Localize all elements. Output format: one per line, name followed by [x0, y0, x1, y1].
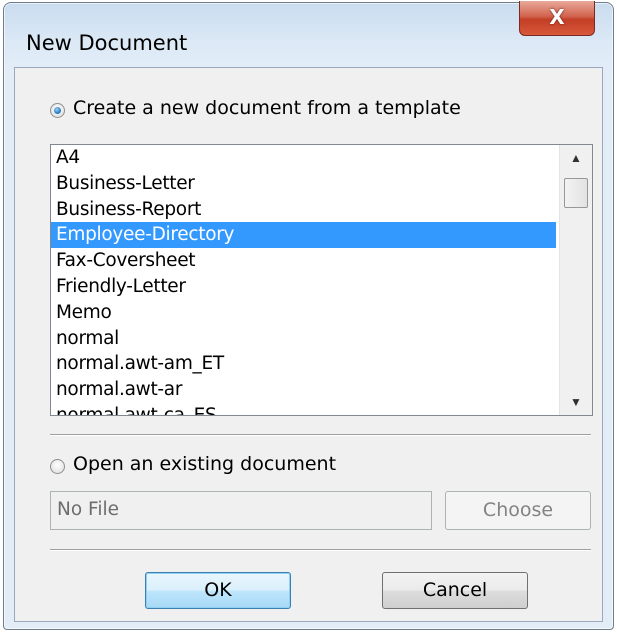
- template-list-item[interactable]: normal.awt-am_ET: [51, 351, 556, 377]
- existing-radio-label[interactable]: Open an existing document: [73, 453, 336, 475]
- file-path-field: No File: [50, 491, 432, 530]
- scroll-down-icon[interactable]: ▼: [560, 389, 592, 415]
- divider: [50, 434, 591, 436]
- cancel-button[interactable]: Cancel: [382, 572, 528, 609]
- template-list-item[interactable]: normal.awt-ar: [51, 377, 556, 403]
- template-radio-label[interactable]: Create a new document from a template: [73, 97, 461, 119]
- scrollbar-thumb[interactable]: [564, 178, 588, 208]
- template-list-item[interactable]: Fax-Coversheet: [51, 248, 556, 274]
- dialog-title: New Document: [26, 31, 188, 55]
- template-list-item[interactable]: Memo: [51, 300, 556, 326]
- template-list-item[interactable]: Business-Report: [51, 197, 556, 223]
- template-list-item[interactable]: A4: [51, 145, 556, 171]
- dialog-body: Create a new document from a template A4…: [14, 67, 603, 622]
- template-list-item[interactable]: normal: [51, 326, 556, 352]
- choose-button[interactable]: Choose: [445, 491, 591, 530]
- template-radio[interactable]: [50, 103, 65, 118]
- scroll-up-icon[interactable]: ▲: [560, 145, 592, 171]
- close-icon: X: [549, 5, 565, 29]
- template-list-item[interactable]: Business-Letter: [51, 171, 556, 197]
- template-list-items: A4 Business-Letter Business-Report Employee…: [51, 145, 556, 415]
- close-button[interactable]: X: [519, 1, 595, 36]
- new-document-dialog: New Document X Create a new document fro…: [3, 1, 614, 630]
- template-list-item[interactable]: Employee-Directory: [51, 222, 556, 249]
- template-list-item[interactable]: Friendly-Letter: [51, 274, 556, 300]
- divider: [50, 549, 591, 551]
- ok-button[interactable]: OK: [145, 572, 291, 609]
- template-list-scrollbar[interactable]: ▲ ▼: [559, 145, 592, 415]
- existing-radio[interactable]: [50, 459, 65, 474]
- template-list[interactable]: A4 Business-Letter Business-Report Employee…: [50, 144, 593, 416]
- template-list-item[interactable]: normal.awt-ca_ES: [51, 403, 556, 415]
